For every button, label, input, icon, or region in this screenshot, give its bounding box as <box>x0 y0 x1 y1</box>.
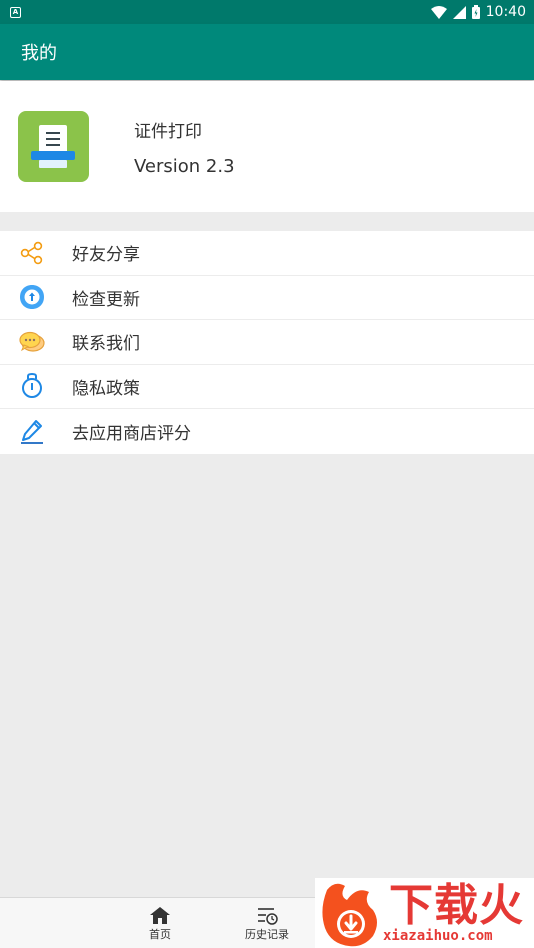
app-bar: 我的 <box>0 24 534 80</box>
menu-item-privacy[interactable]: 隐私政策 <box>0 365 534 409</box>
fire-logo-icon <box>322 883 377 947</box>
menu-item-share[interactable]: 好友分享 <box>0 231 534 276</box>
history-icon <box>258 907 278 925</box>
wifi-icon <box>430 5 447 19</box>
menu-item-label: 隐私政策 <box>72 378 140 399</box>
menu-item-check-update[interactable]: 检查更新 <box>0 276 534 320</box>
app-version: Version 2.3 <box>134 155 235 177</box>
update-icon <box>19 284 45 310</box>
menu-item-label: 联系我们 <box>72 334 140 355</box>
app-logo <box>18 111 89 182</box>
nav-label: 首页 <box>149 927 171 941</box>
menu-item-label: 好友分享 <box>72 245 140 266</box>
watermark: 下载火 xiazaihuo.com <box>315 878 534 948</box>
privacy-icon <box>19 373 45 399</box>
printer-icon <box>31 125 75 168</box>
nav-label: 历史记录 <box>245 927 289 941</box>
chat-icon <box>19 329 45 355</box>
notification-a-icon: A <box>10 6 21 18</box>
watermark-url: xiazaihuo.com <box>383 928 493 944</box>
app-name: 证件打印 <box>134 121 202 142</box>
share-icon <box>19 240 45 266</box>
menu-item-label: 检查更新 <box>72 289 140 310</box>
page-title: 我的 <box>21 43 57 64</box>
home-icon <box>150 906 170 924</box>
menu-item-contact[interactable]: 联系我们 <box>0 320 534 365</box>
signal-icon <box>452 5 466 19</box>
watermark-brand: 下载火 <box>389 880 524 931</box>
nav-item-history[interactable]: 历史记录 <box>238 898 296 948</box>
battery-icon <box>471 5 480 19</box>
pen-icon <box>19 418 45 445</box>
app-info-card: 证件打印 Version 2.3 <box>0 81 534 212</box>
menu-item-label: 去应用商店评分 <box>72 423 191 444</box>
status-bar: A 10:40 <box>0 0 534 24</box>
menu-item-rate-app[interactable]: 去应用商店评分 <box>0 409 534 454</box>
status-time: 10:40 <box>485 4 526 20</box>
nav-item-home[interactable]: 首页 <box>140 898 180 948</box>
settings-menu: 好友分享 检查更新 联系我们 隐私政策 去应用商店评分 <box>0 231 534 454</box>
